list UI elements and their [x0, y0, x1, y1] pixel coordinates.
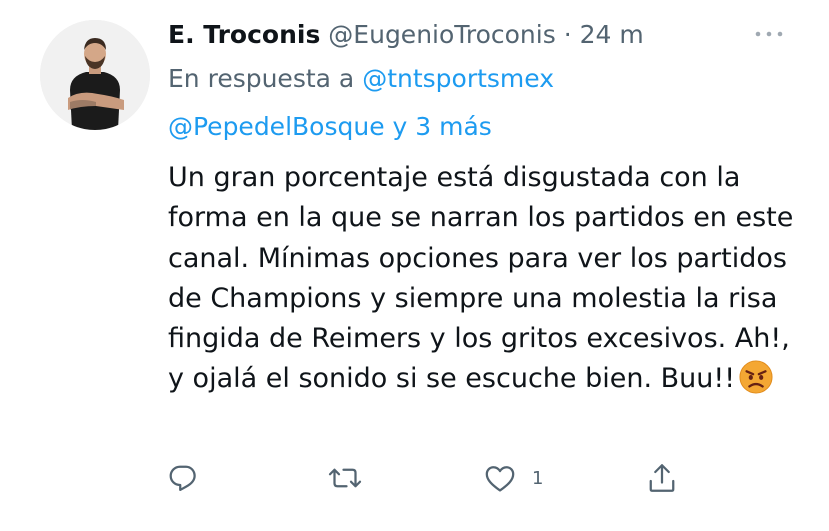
- separator-dot: ·: [563, 20, 572, 49]
- tweet-header: E. Troconis @EugenioTroconis · 24 m: [168, 17, 644, 53]
- share-button[interactable]: [644, 458, 680, 498]
- like-button[interactable]: 1: [482, 458, 543, 498]
- more-options-button[interactable]: [752, 26, 786, 42]
- angry-face-emoji-icon: [739, 360, 773, 395]
- more-mentions-link[interactable]: y 3 más: [393, 112, 492, 141]
- timestamp[interactable]: 24 m: [580, 20, 644, 49]
- mention-link[interactable]: @PepedelBosque: [168, 112, 385, 141]
- reply-icon: [169, 465, 196, 492]
- share-icon: [649, 464, 675, 492]
- tweet[interactable]: E. Troconis @EugenioTroconis · 24 m En r…: [0, 0, 829, 531]
- more-dots-icon: [755, 31, 783, 37]
- tweet-text-container: Un gran porcentaje está disgustada con l…: [168, 158, 798, 400]
- user-handle[interactable]: @EugenioTroconis: [328, 20, 555, 49]
- reply-context: En respuesta a @tntsportsmex: [168, 61, 554, 97]
- reply-context-continued: @PepedelBosque y 3 más: [168, 109, 492, 145]
- heart-icon: [485, 466, 515, 492]
- reply-button[interactable]: [165, 458, 201, 498]
- display-name[interactable]: E. Troconis: [168, 20, 320, 49]
- avatar[interactable]: [40, 20, 150, 130]
- retweet-button[interactable]: [327, 458, 363, 498]
- retweet-icon: [328, 468, 362, 488]
- tweet-text: Un gran porcentaje está disgustada con l…: [168, 162, 802, 395]
- avatar-image: [40, 20, 150, 130]
- reply-prefix: En respuesta a: [168, 64, 355, 93]
- mention-link[interactable]: @tntsportsmex: [362, 64, 554, 93]
- tweet-actions: 1: [0, 458, 829, 498]
- like-count: 1: [532, 467, 544, 489]
